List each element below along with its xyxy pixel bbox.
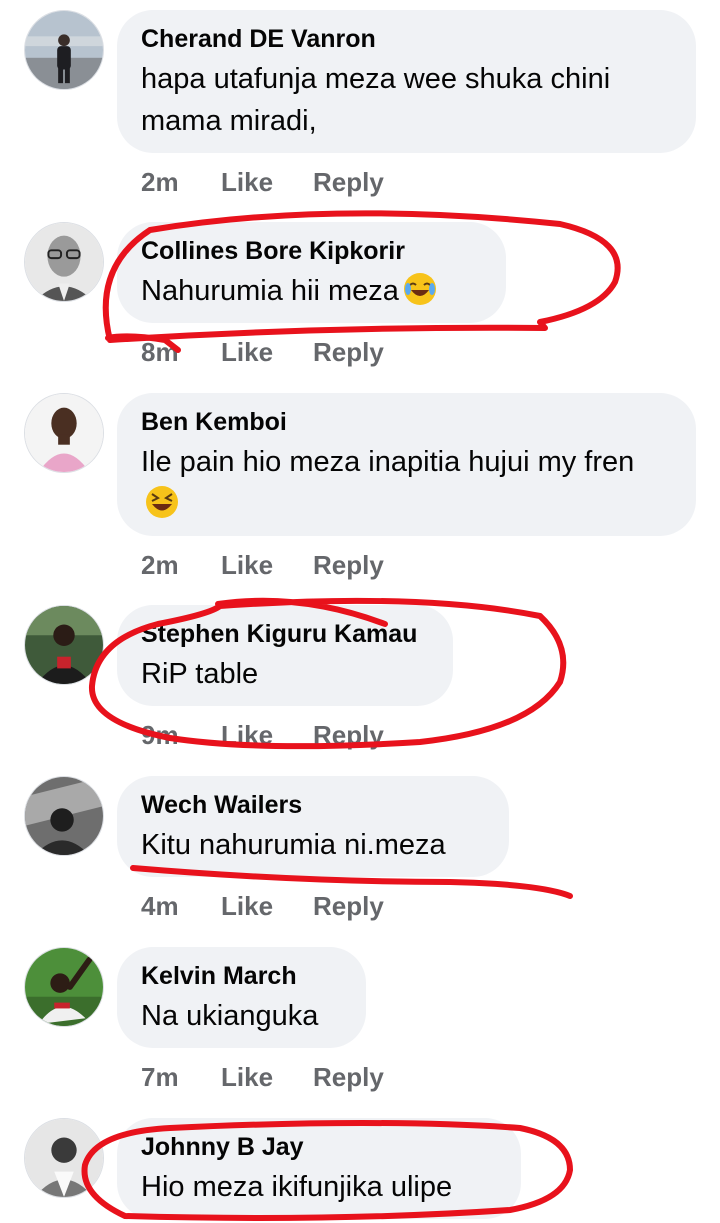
comment-author[interactable]: Cherand DE Vanron: [141, 24, 672, 54]
comment-actions: 7m Like Reply: [141, 1062, 384, 1092]
comment-text: Hio meza ikifunjika ulipe: [141, 1171, 453, 1203]
avatar[interactable]: [24, 222, 104, 302]
reply-button[interactable]: Reply: [313, 720, 384, 750]
comment-timestamp[interactable]: 9m: [141, 720, 221, 750]
comment-author[interactable]: Stephen Kiguru Kamau: [141, 619, 429, 649]
reply-button[interactable]: Reply: [313, 891, 384, 921]
comment-text: Na ukianguka: [141, 1000, 319, 1032]
comment-bubble: Stephen Kiguru Kamau RiP table: [117, 605, 453, 706]
comment-bubble: Johnny B Jay Hio meza ikifunjika ulipe: [117, 1118, 521, 1219]
comment-text: Nahurumia hii meza: [141, 270, 482, 312]
comment-actions: 8m Like Reply: [141, 337, 384, 367]
comment-bubble: Cherand DE Vanron hapa utafunja meza wee…: [117, 10, 696, 153]
comment-bubble: Kelvin March Na ukianguka: [117, 947, 366, 1048]
avatar[interactable]: [24, 10, 104, 90]
laughing-emoji-icon: [146, 486, 178, 518]
comment-text-content: Ile pain hio meza inapitia hujui my fren: [141, 446, 635, 478]
comment-bubble: Wech Wailers Kitu nahurumia ni.meza: [117, 776, 509, 877]
reply-button[interactable]: Reply: [313, 337, 384, 367]
comment-bubble: Collines Bore Kipkorir Nahurumia hii mez…: [117, 222, 506, 323]
avatar[interactable]: [24, 605, 104, 685]
comment-author[interactable]: Ben Kemboi: [141, 407, 672, 437]
avatar[interactable]: [24, 1118, 104, 1198]
comment-text: RiP table: [141, 658, 259, 690]
comment-actions: 4m Like Reply: [141, 891, 384, 921]
comment-thread: Cherand DE Vanron hapa utafunja meza wee…: [0, 0, 720, 1223]
comment-author[interactable]: Wech Wailers: [141, 790, 485, 820]
like-button[interactable]: Like: [221, 167, 313, 197]
like-button[interactable]: Like: [221, 550, 313, 580]
comment-bubble: Ben Kemboi Ile pain hio meza inapitia hu…: [117, 393, 696, 536]
avatar[interactable]: [24, 947, 104, 1027]
comment-actions: 9m Like Reply: [141, 720, 384, 750]
reply-button[interactable]: Reply: [313, 1062, 384, 1092]
comment-actions: 2m Like Reply: [141, 550, 384, 580]
comment-timestamp[interactable]: 7m: [141, 1062, 221, 1092]
joy-emoji-icon: [403, 273, 436, 305]
comment-timestamp[interactable]: 4m: [141, 891, 221, 921]
like-button[interactable]: Like: [221, 1062, 313, 1092]
comment-author[interactable]: Johnny B Jay: [141, 1132, 497, 1162]
avatar[interactable]: [24, 776, 104, 856]
comment-timestamp[interactable]: 2m: [141, 550, 221, 580]
comment-text: Ile pain hio meza inapitia hujui my fren: [141, 441, 672, 525]
comment-text-content: Nahurumia hii meza: [141, 275, 399, 307]
like-button[interactable]: Like: [221, 720, 313, 750]
comment-actions: 2m Like Reply: [141, 167, 384, 197]
comment-text: Kitu nahurumia ni.meza: [141, 829, 446, 861]
comment-author[interactable]: Collines Bore Kipkorir: [141, 236, 482, 266]
comment-timestamp[interactable]: 2m: [141, 167, 221, 197]
reply-button[interactable]: Reply: [313, 167, 384, 197]
avatar[interactable]: [24, 393, 104, 473]
like-button[interactable]: Like: [221, 337, 313, 367]
reply-button[interactable]: Reply: [313, 550, 384, 580]
like-button[interactable]: Like: [221, 891, 313, 921]
comment-author[interactable]: Kelvin March: [141, 961, 342, 991]
comment-timestamp[interactable]: 8m: [141, 337, 221, 367]
comment-text: hapa utafunja meza wee shuka chini mama …: [141, 63, 611, 137]
